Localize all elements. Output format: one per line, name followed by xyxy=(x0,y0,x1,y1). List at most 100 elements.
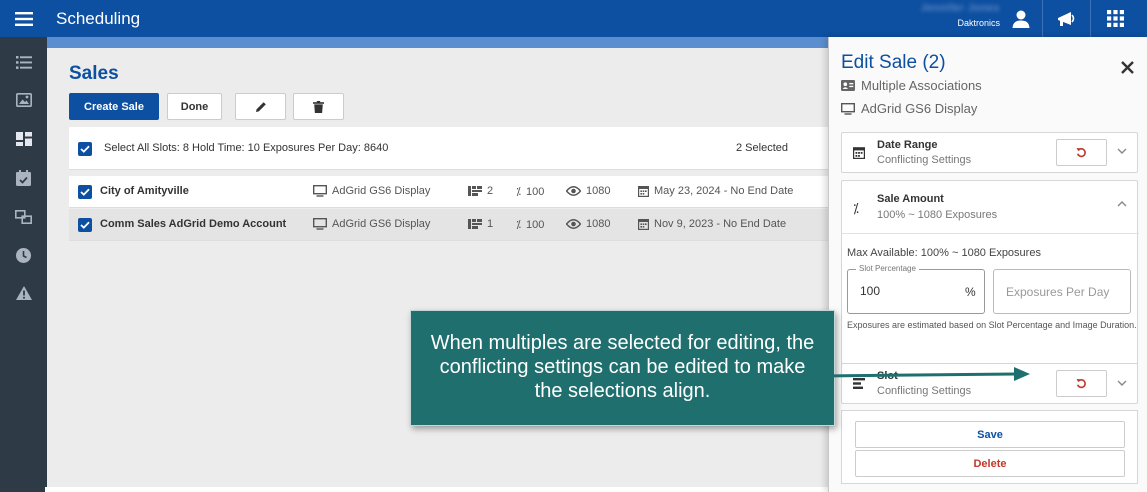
sale-views: 1080 xyxy=(566,218,610,230)
sale-views: 1080 xyxy=(566,185,610,197)
top-bar: Scheduling Jennifer Jones Daktronics xyxy=(0,0,1147,37)
table-row[interactable]: City of Amityville AdGrid GS6 Display 2 … xyxy=(69,176,828,208)
sidebar-item-schedule[interactable] xyxy=(0,161,47,195)
sale-name: City of Amityville xyxy=(100,185,189,197)
sale-display: AdGrid GS6 Display xyxy=(313,185,430,197)
sidebar-item-transfer[interactable] xyxy=(0,200,47,234)
callout-arrow-icon xyxy=(820,367,1030,381)
sale-slots: 1 xyxy=(468,218,493,230)
undo-icon xyxy=(1076,379,1086,389)
percent-icon: ⁒ xyxy=(516,186,521,198)
list-icon xyxy=(15,55,32,69)
calendar-check-icon xyxy=(16,170,31,186)
sale-percent: ⁒ 100 xyxy=(516,185,545,199)
slots-value: 1 xyxy=(487,218,494,230)
exposures-per-day-input[interactable] xyxy=(1006,285,1126,299)
delete-sale-button[interactable] xyxy=(293,93,344,120)
row-checkbox[interactable] xyxy=(78,218,92,232)
edit-sale-panel: Edit Sale (2) Multiple Associations AdGr… xyxy=(828,37,1147,492)
chevron-up-icon[interactable] xyxy=(1117,201,1127,207)
percent-value: 100 xyxy=(525,218,545,231)
create-sale-button[interactable]: Create Sale xyxy=(69,93,159,120)
sale-display: AdGrid GS6 Display xyxy=(313,218,430,230)
slot-percentage-field[interactable]: Slot Percentage % xyxy=(847,264,985,314)
percent-value: 100 xyxy=(525,185,545,198)
sale-percent: ⁒ 100 xyxy=(516,218,545,232)
sidebar-item-alerts[interactable] xyxy=(0,276,47,310)
max-available: Max Available: 100% ~ 1080 Exposures xyxy=(847,247,1041,259)
clock-icon xyxy=(16,247,31,263)
close-icon[interactable] xyxy=(1117,57,1137,77)
done-button[interactable]: Done xyxy=(167,93,222,120)
menu-icon[interactable] xyxy=(0,0,47,37)
chevron-down-icon[interactable] xyxy=(1117,380,1127,386)
user-icon[interactable] xyxy=(1003,0,1039,37)
display-name: AdGrid GS6 Display xyxy=(332,218,431,230)
sale-name: Comm Sales AdGrid Demo Account xyxy=(100,218,287,230)
display-name: AdGrid GS6 Display xyxy=(332,185,431,197)
save-button[interactable]: Save xyxy=(855,421,1125,448)
slots-icon xyxy=(468,219,482,229)
app-title: Scheduling xyxy=(56,9,141,28)
exposures-per-day-field[interactable] xyxy=(993,269,1131,314)
date-range-status: Conflicting Settings xyxy=(877,154,972,166)
warning-icon xyxy=(15,286,32,300)
chevron-down-icon[interactable] xyxy=(1117,148,1127,154)
estimate-note: Exposures are estimated based on Slot Pe… xyxy=(847,320,1137,330)
sidebar-item-list[interactable] xyxy=(0,45,47,79)
slot-percentage-unit: % xyxy=(965,285,976,299)
sale-dates: Nov 9, 2023 - No End Date xyxy=(638,218,786,230)
table-row[interactable]: Comm Sales AdGrid Demo Account AdGrid GS… xyxy=(69,209,828,241)
sidebar-item-history[interactable] xyxy=(0,238,47,272)
selected-count: 2 Selected xyxy=(736,142,788,154)
trash-icon xyxy=(313,100,324,113)
tutorial-callout: When multiples are selected for editing,… xyxy=(410,310,835,426)
panel-title: Edit Sale (2) xyxy=(841,52,946,73)
slot-percentage-input[interactable] xyxy=(860,284,950,298)
slots-icon xyxy=(468,186,482,196)
sale-slots: 2 xyxy=(468,185,493,197)
display-text: AdGrid GS6 Display xyxy=(861,101,978,116)
date-range-card[interactable]: Date Range Conflicting Settings xyxy=(841,132,1138,173)
sidebar xyxy=(0,37,47,492)
page-title: Sales xyxy=(69,63,119,84)
header-accent-strip xyxy=(47,37,828,48)
action-card: Save Delete xyxy=(841,410,1138,484)
date-range-title: Date Range xyxy=(877,139,938,151)
slot-reset-button[interactable] xyxy=(1056,370,1107,397)
toolbar-divider xyxy=(1090,0,1091,37)
edit-button[interactable] xyxy=(235,93,286,120)
views-value: 1080 xyxy=(586,185,611,197)
user-name: Jennifer Jones xyxy=(920,3,1000,14)
image-icon xyxy=(15,93,32,107)
calendar-icon xyxy=(638,219,649,230)
eye-icon xyxy=(566,219,581,229)
display-line: AdGrid GS6 Display xyxy=(841,101,977,116)
select-all-checkbox[interactable] xyxy=(78,142,92,156)
dates-value: May 23, 2024 - No End Date xyxy=(654,185,794,197)
sale-amount-summary: 100% ~ 1080 Exposures xyxy=(877,209,998,221)
slots-value: 2 xyxy=(487,185,494,197)
percent-icon: ⁒ xyxy=(853,201,859,216)
sidebar-item-media[interactable] xyxy=(0,83,47,117)
transfer-icon xyxy=(15,210,32,224)
date-range-reset-button[interactable] xyxy=(1056,139,1107,166)
callout-text: When multiples are selected for editing,… xyxy=(430,332,815,402)
user-info[interactable]: Jennifer Jones Daktronics xyxy=(918,3,1000,28)
dates-value: Nov 9, 2023 - No End Date xyxy=(654,218,787,230)
associations-text: Multiple Associations xyxy=(861,78,982,93)
slot-percentage-label: Slot Percentage xyxy=(856,264,919,273)
sidebar-item-dashboard[interactable] xyxy=(0,122,47,156)
toolbar-divider xyxy=(1042,0,1043,37)
row-checkbox[interactable] xyxy=(78,185,92,199)
delete-button[interactable]: Delete xyxy=(855,450,1125,477)
apps-grid-icon[interactable] xyxy=(1093,0,1137,37)
percent-icon: ⁒ xyxy=(516,219,521,231)
calendar-icon xyxy=(638,186,649,197)
views-value: 1080 xyxy=(586,218,611,230)
contact-card-icon xyxy=(841,80,855,91)
sale-amount-title: Sale Amount xyxy=(877,193,944,205)
bottom-edge xyxy=(45,487,828,492)
dashboard-icon xyxy=(15,132,32,146)
announcement-icon[interactable] xyxy=(1045,0,1089,37)
